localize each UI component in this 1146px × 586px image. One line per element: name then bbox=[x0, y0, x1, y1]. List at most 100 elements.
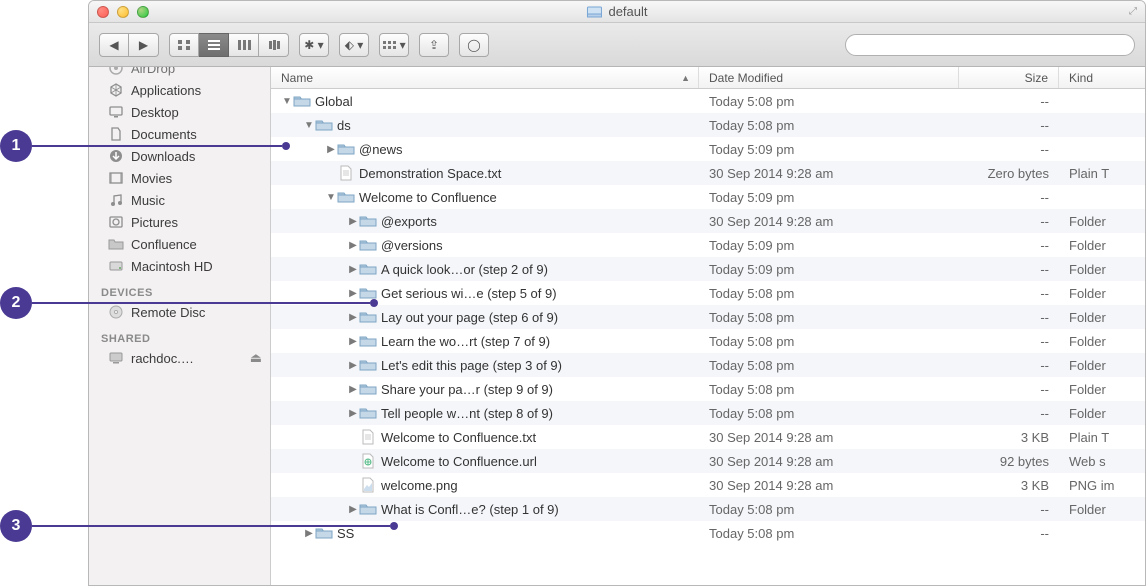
cell-size: -- bbox=[959, 406, 1059, 421]
action-button[interactable]: ✱ ▾ bbox=[299, 33, 329, 57]
disclosure-triangle[interactable]: ▼ bbox=[281, 96, 293, 107]
col-name[interactable]: Name ▲ bbox=[271, 67, 699, 88]
airdrop-icon bbox=[107, 67, 125, 76]
search-input[interactable] bbox=[845, 34, 1135, 56]
file-row[interactable]: Welcome to Confluence.url30 Sep 2014 9:2… bbox=[271, 449, 1145, 473]
title-text: default bbox=[608, 4, 647, 19]
cell-date: 30 Sep 2014 9:28 am bbox=[699, 478, 959, 493]
zoom-icon[interactable] bbox=[137, 6, 149, 18]
titlebar: default ⤢ bbox=[89, 1, 1145, 23]
cell-kind: Folder bbox=[1059, 286, 1145, 301]
cell-name: Welcome to Confluence.txt bbox=[271, 429, 699, 445]
cell-name: ▼Global bbox=[271, 93, 699, 109]
folder-row[interactable]: ▶Let's edit this page (step 3 of 9)Today… bbox=[271, 353, 1145, 377]
cell-date: Today 5:09 pm bbox=[699, 262, 959, 277]
disclosure-triangle[interactable]: ▶ bbox=[347, 360, 359, 371]
gear-icon: ✱ bbox=[304, 38, 314, 52]
coverflow-view-button[interactable] bbox=[259, 33, 289, 57]
callout-bubble: 3 bbox=[0, 510, 32, 542]
minimize-icon[interactable] bbox=[117, 6, 129, 18]
icon-view-button[interactable] bbox=[169, 33, 199, 57]
folder-row[interactable]: ▶What is Confl…e? (step 1 of 9)Today 5:0… bbox=[271, 497, 1145, 521]
cell-size: 3 KB bbox=[959, 478, 1059, 493]
cell-size: 92 bytes bbox=[959, 454, 1059, 469]
arrange-button[interactable]: ▾ bbox=[379, 33, 409, 57]
tags-button[interactable]: ◯ bbox=[459, 33, 489, 57]
cell-date: Today 5:08 pm bbox=[699, 118, 959, 133]
cell-size: -- bbox=[959, 118, 1059, 133]
disclosure-triangle[interactable]: ▶ bbox=[347, 408, 359, 419]
grid-icon bbox=[382, 40, 396, 50]
cell-name: ▼ds bbox=[271, 117, 699, 133]
cell-size: -- bbox=[959, 334, 1059, 349]
cell-date: Today 5:08 pm bbox=[699, 94, 959, 109]
eject-icon[interactable]: ⏏ bbox=[250, 350, 262, 366]
folder-row[interactable]: ▶SSToday 5:08 pm-- bbox=[271, 521, 1145, 545]
folder-row[interactable]: ▶A quick look…or (step 2 of 9)Today 5:09… bbox=[271, 257, 1145, 281]
share-button[interactable]: ⇪ bbox=[419, 33, 449, 57]
column-view-button[interactable] bbox=[229, 33, 259, 57]
sidebar-item-macintosh-hd[interactable]: Macintosh HD bbox=[89, 255, 270, 277]
col-size[interactable]: Size bbox=[959, 67, 1059, 88]
disclosure-triangle[interactable]: ▶ bbox=[347, 336, 359, 347]
music-icon bbox=[107, 192, 125, 208]
sidebar-item-applications[interactable]: Applications bbox=[89, 79, 270, 101]
cell-name: Welcome to Confluence.url bbox=[271, 453, 699, 469]
file-name: Share your pa…r (step 9 of 9) bbox=[381, 382, 553, 397]
sidebar-item-desktop[interactable]: Desktop bbox=[89, 101, 270, 123]
sidebar-item-confluence[interactable]: Confluence bbox=[89, 233, 270, 255]
folder-row[interactable]: ▶Share your pa…r (step 9 of 9)Today 5:08… bbox=[271, 377, 1145, 401]
close-icon[interactable] bbox=[97, 6, 109, 18]
disclosure-triangle[interactable]: ▶ bbox=[347, 264, 359, 275]
disclosure-triangle[interactable]: ▶ bbox=[347, 216, 359, 227]
folder-row[interactable]: ▶Learn the wo…rt (step 7 of 9)Today 5:08… bbox=[271, 329, 1145, 353]
traffic-lights bbox=[97, 6, 149, 18]
cell-size: -- bbox=[959, 238, 1059, 253]
disclosure-triangle[interactable]: ▼ bbox=[325, 192, 337, 203]
callout-bubble: 1 bbox=[0, 130, 32, 162]
back-button[interactable]: ◀ bbox=[99, 33, 129, 57]
cell-date: Today 5:09 pm bbox=[699, 142, 959, 157]
folder-row[interactable]: ▶@newsToday 5:09 pm-- bbox=[271, 137, 1145, 161]
cell-date: 30 Sep 2014 9:28 am bbox=[699, 430, 959, 445]
sidebar-item-pictures[interactable]: Pictures bbox=[89, 211, 270, 233]
dropbox-button[interactable]: ⬖ ▾ bbox=[339, 33, 369, 57]
file-row[interactable]: Demonstration Space.txt30 Sep 2014 9:28 … bbox=[271, 161, 1145, 185]
file-row[interactable]: welcome.png30 Sep 2014 9:28 am3 KBPNG im bbox=[271, 473, 1145, 497]
list-view-button[interactable] bbox=[199, 33, 229, 57]
png-icon bbox=[359, 477, 377, 493]
col-kind[interactable]: Kind bbox=[1059, 67, 1145, 88]
folder-row[interactable]: ▶Lay out your page (step 6 of 9)Today 5:… bbox=[271, 305, 1145, 329]
folder-row[interactable]: ▼Welcome to ConfluenceToday 5:09 pm-- bbox=[271, 185, 1145, 209]
disclosure-triangle[interactable]: ▼ bbox=[303, 120, 315, 131]
folder-row[interactable]: ▶@exports30 Sep 2014 9:28 am--Folder bbox=[271, 209, 1145, 233]
sidebar-item-label: Desktop bbox=[131, 105, 179, 120]
folder-row[interactable]: ▼GlobalToday 5:08 pm-- bbox=[271, 89, 1145, 113]
sidebar-item-airdrop[interactable]: AirDrop bbox=[89, 67, 270, 79]
forward-button[interactable]: ▶ bbox=[129, 33, 159, 57]
callout-dot bbox=[282, 142, 290, 150]
cell-kind: Folder bbox=[1059, 214, 1145, 229]
cell-kind: Folder bbox=[1059, 406, 1145, 421]
folder-row[interactable]: ▶Get serious wi…e (step 5 of 9)Today 5:0… bbox=[271, 281, 1145, 305]
file-name: Learn the wo…rt (step 7 of 9) bbox=[381, 334, 550, 349]
sidebar-item-shared[interactable]: rachdoc.…⏏ bbox=[89, 347, 270, 369]
sidebar-item-label: Applications bbox=[131, 83, 201, 98]
col-date-label: Date Modified bbox=[709, 71, 783, 85]
disclosure-triangle[interactable]: ▶ bbox=[347, 384, 359, 395]
sidebar-item-movies[interactable]: Movies bbox=[89, 167, 270, 189]
sidebar-item-music[interactable]: Music bbox=[89, 189, 270, 211]
folder-row[interactable]: ▶@versionsToday 5:09 pm--Folder bbox=[271, 233, 1145, 257]
file-name: Lay out your page (step 6 of 9) bbox=[381, 310, 558, 325]
disclosure-triangle[interactable]: ▶ bbox=[325, 144, 337, 155]
cell-name: ▶@exports bbox=[271, 213, 699, 229]
cell-kind: Folder bbox=[1059, 334, 1145, 349]
fullscreen-icon[interactable]: ⤢ bbox=[1129, 6, 1137, 17]
cell-size: 3 KB bbox=[959, 430, 1059, 445]
file-row[interactable]: Welcome to Confluence.txt30 Sep 2014 9:2… bbox=[271, 425, 1145, 449]
folder-row[interactable]: ▼dsToday 5:08 pm-- bbox=[271, 113, 1145, 137]
col-date[interactable]: Date Modified bbox=[699, 67, 959, 88]
pictures-icon bbox=[107, 214, 125, 230]
disclosure-triangle[interactable]: ▶ bbox=[347, 240, 359, 251]
folder-row[interactable]: ▶Tell people w…nt (step 8 of 9)Today 5:0… bbox=[271, 401, 1145, 425]
